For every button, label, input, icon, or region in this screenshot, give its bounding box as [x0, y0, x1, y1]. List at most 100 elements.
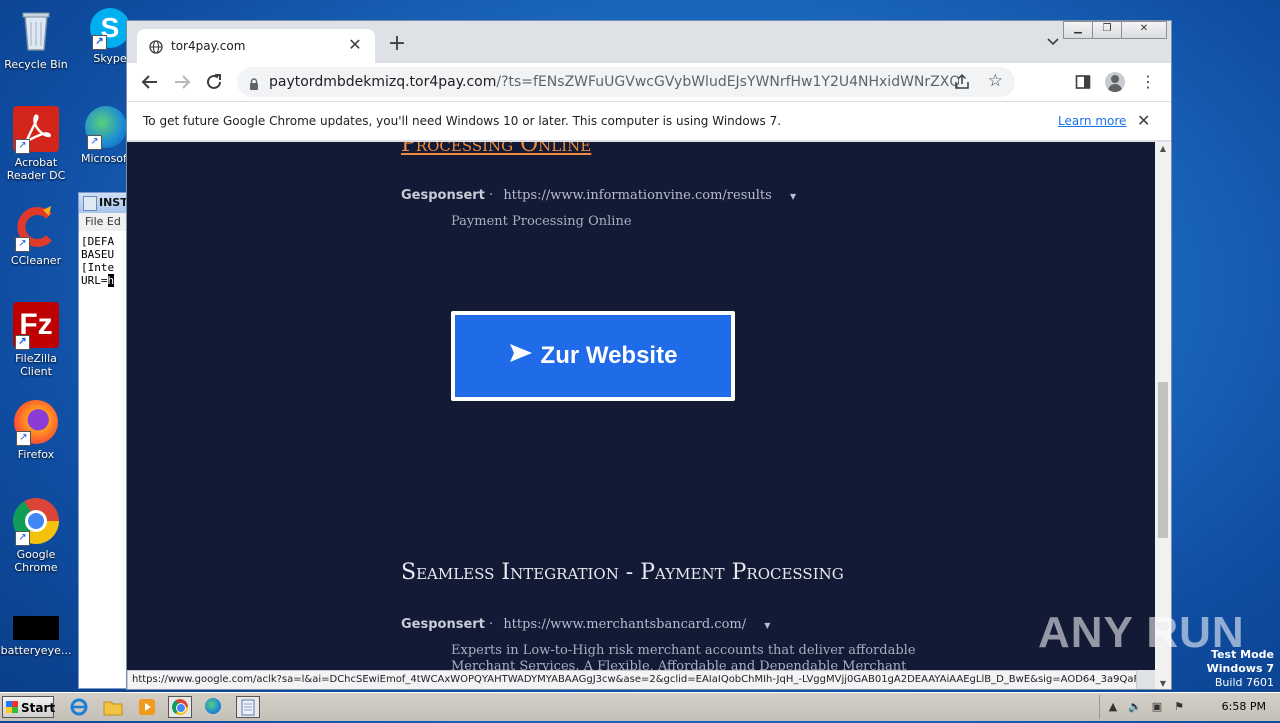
volume-icon[interactable]: 🔈 — [1128, 700, 1142, 714]
desktop-icon-recycle-bin[interactable]: Recycle Bin — [0, 8, 72, 71]
desktop-icon-label: Firefox — [17, 448, 55, 461]
reload-button[interactable] — [203, 71, 225, 93]
window-controls: ▁ ❐ ✕ — [1063, 21, 1167, 39]
side-panel-icon[interactable] — [1072, 71, 1094, 93]
browser-toolbar: paytordmbdekmizq.tor4pay.com/?ts=fENsZWF… — [127, 63, 1171, 101]
bookmark-star-icon[interactable]: ☆ — [988, 71, 1003, 91]
new-tab-button[interactable]: + — [385, 33, 409, 57]
forward-button[interactable] — [171, 71, 193, 93]
desktop-icon-google-chrome[interactable]: ↗ Google Chrome — [0, 498, 72, 574]
desktop-icon-label: Recycle Bin — [4, 58, 68, 71]
start-label: Start — [21, 701, 56, 715]
test-mode-line: Windows 7 — [1206, 662, 1274, 675]
url-rest: /?ts=fENsZWFuUGVwcGVybWludEJsYWNrfHw1Y2U… — [496, 74, 959, 90]
taskbar-chrome-icon[interactable] — [168, 696, 192, 718]
desktop-icon-filezilla[interactable]: Fz ↗ FileZilla Client — [0, 302, 72, 378]
shortcut-arrow-icon: ↗ — [15, 139, 30, 154]
recycle-bin-icon — [13, 8, 59, 54]
page-viewport[interactable]: Processing Online Gesponsert · https://w… — [127, 142, 1155, 670]
firefox-icon: ↗ — [14, 400, 58, 446]
network-icon[interactable]: ▣ — [1150, 700, 1164, 714]
text-line: URL= — [81, 274, 108, 287]
system-tray: ▲ 🔈 ▣ ⚑ 6:58 PM — [1099, 695, 1280, 719]
chrome-icon: ↗ — [13, 498, 59, 546]
tab-search-chevron-icon[interactable] — [1043, 35, 1063, 55]
back-button[interactable] — [139, 71, 161, 93]
notepad-icon — [83, 196, 97, 211]
shortcut-arrow-icon: ↗ — [15, 237, 30, 252]
notepad-title: INST — [99, 196, 128, 209]
learn-more-link[interactable]: Learn more — [1058, 114, 1126, 128]
desktop-icon-acrobat[interactable]: ↗ Acrobat Reader DC — [0, 106, 72, 182]
shortcut-arrow-icon: ↗ — [16, 431, 31, 446]
tab-title: tor4pay.com — [171, 39, 246, 53]
scroll-up-arrow-icon[interactable]: ▲ — [1155, 142, 1171, 156]
scroll-down-arrow-icon[interactable]: ▼ — [1155, 677, 1171, 689]
ad1-sponsor-line: Gesponsert · https://www.informationvine… — [401, 188, 797, 203]
ad1-sponsor-url[interactable]: https://www.informationvine.com/results — [503, 188, 772, 203]
desktop-icon-label: batteryeye... — [0, 644, 72, 657]
profile-avatar-icon[interactable] — [1105, 72, 1125, 92]
edge-icon: ↗ — [85, 106, 127, 150]
windows-logo-icon — [6, 701, 18, 713]
cta-button-face: Zur Website — [455, 315, 731, 397]
ad2-description-line: Merchant Services. A Flexible, Affordabl… — [451, 659, 907, 670]
skype-icon: S ↗ — [90, 8, 130, 50]
sponsor-label: Gesponsert — [401, 188, 485, 203]
taskbar-explorer-icon[interactable] — [102, 696, 126, 718]
shortcut-arrow-icon: ↗ — [15, 531, 30, 546]
globe-icon — [149, 39, 163, 54]
desktop-icon-ccleaner[interactable]: ↗ CCleaner — [0, 204, 72, 267]
shortcut-arrow-icon: ↗ — [87, 135, 102, 150]
ad1-title-link[interactable]: Processing Online — [401, 142, 591, 157]
taskbar-media-player-icon[interactable] — [136, 696, 160, 718]
taskbar-ie-icon[interactable] — [68, 696, 92, 718]
filezilla-icon: Fz ↗ — [13, 302, 59, 350]
ad2-sponsor-line: Gesponsert · https://www.merchantsbancar… — [401, 617, 771, 632]
more-options-icon[interactable]: ⋮ — [1137, 71, 1159, 93]
url-host: paytordmbdekmizq.tor4pay.com — [269, 74, 497, 90]
ad2-sponsor-url[interactable]: https://www.merchantsbancard.com/ — [503, 617, 746, 632]
chrome-window[interactable]: tor4pay.com ✕ + ▁ ❐ ✕ paytordmbdekmizq.t… — [126, 20, 1172, 690]
ad2-description: Experts in Low-to-High risk merchant acc… — [451, 643, 916, 670]
url-text: paytordmbdekmizq.tor4pay.com/?ts=fENsZWF… — [269, 74, 959, 90]
action-center-flag-icon[interactable]: ⚑ — [1172, 700, 1186, 714]
arrow-right-icon — [509, 342, 533, 370]
desktop-icon-label: FileZilla Client — [15, 352, 57, 378]
update-infobar: To get future Google Chrome updates, you… — [127, 101, 1171, 141]
desktop-icon-batteryeye[interactable]: batteryeye... — [0, 616, 72, 657]
dropdown-caret-icon[interactable]: ▼ — [790, 192, 796, 201]
dropdown-caret-icon[interactable]: ▼ — [764, 621, 770, 630]
status-bubble: https://www.google.com/aclk?sa=l&ai=DChc… — [127, 670, 1137, 689]
ad2-title-link[interactable]: Seamless Integration - Payment Processin… — [401, 560, 844, 585]
text-selection: h — [107, 274, 115, 287]
test-mode-line: Test Mode — [1211, 648, 1274, 661]
lock-icon[interactable] — [249, 75, 259, 90]
start-button[interactable]: Start — [2, 696, 56, 718]
zur-website-button[interactable]: Zur Website — [451, 311, 735, 401]
batteryeye-icon — [13, 616, 59, 640]
taskbar-edge-icon[interactable] — [202, 696, 226, 718]
tab-tor4pay[interactable]: tor4pay.com ✕ — [137, 29, 375, 63]
ccleaner-icon: ↗ — [13, 204, 59, 252]
address-bar[interactable]: paytordmbdekmizq.tor4pay.com/?ts=fENsZWF… — [237, 67, 1015, 97]
minimize-button[interactable]: ▁ — [1063, 21, 1093, 39]
test-mode-line: Build 7601 — [1214, 676, 1274, 689]
acrobat-icon: ↗ — [13, 106, 59, 154]
share-icon[interactable] — [953, 73, 971, 91]
infobar-message: To get future Google Chrome updates, you… — [143, 114, 782, 128]
desktop-icon-firefox[interactable]: ↗ Firefox — [0, 400, 72, 461]
scrollbar-thumb[interactable] — [1158, 382, 1168, 538]
title-bar[interactable]: tor4pay.com ✕ + ▁ ❐ ✕ — [127, 21, 1171, 63]
ad1-description: Payment Processing Online — [451, 214, 632, 229]
show-hidden-icons-icon[interactable]: ▲ — [1106, 700, 1120, 714]
close-window-button[interactable]: ✕ — [1121, 21, 1167, 39]
infobar-close-icon[interactable]: ✕ — [1137, 111, 1150, 130]
tab-close-icon[interactable]: ✕ — [345, 35, 365, 55]
cta-label: Zur Website — [540, 342, 678, 369]
taskbar: Start ▲ 🔈 ▣ ⚑ 6:58 PM — [0, 692, 1280, 721]
taskbar-notepad-icon[interactable] — [236, 696, 260, 718]
clock-time[interactable]: 6:58 PM — [1222, 700, 1266, 713]
maximize-button[interactable]: ❐ — [1092, 21, 1122, 39]
test-mode-text: Test Mode Windows 7 Build 7601 — [1207, 648, 1274, 690]
